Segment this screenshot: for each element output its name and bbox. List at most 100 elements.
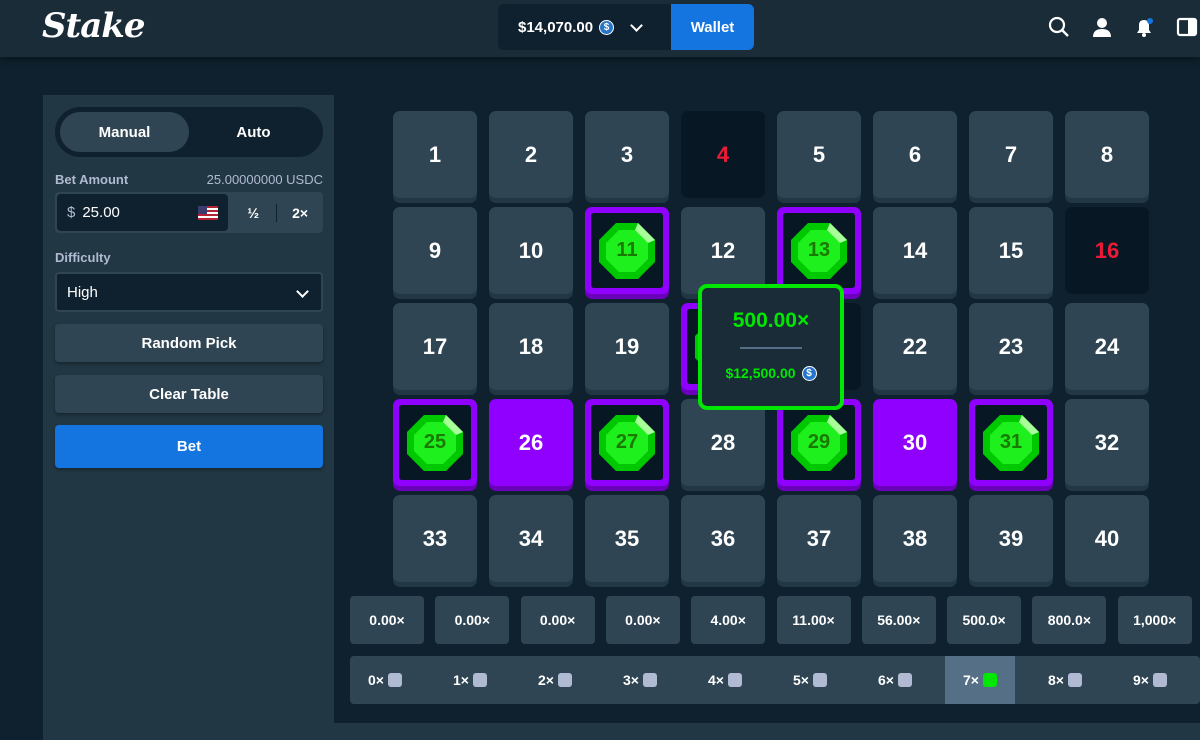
hit-count-2: 2× bbox=[520, 656, 590, 704]
tile-3[interactable]: 3 bbox=[585, 111, 669, 198]
tile-11[interactable]: 11 bbox=[585, 207, 669, 294]
search-icon[interactable] bbox=[1048, 16, 1070, 38]
us-flag-icon bbox=[198, 206, 219, 220]
notifications-bell-icon[interactable] bbox=[1133, 16, 1155, 38]
tile-30[interactable]: 30 bbox=[873, 399, 957, 486]
tile-number: 40 bbox=[1094, 525, 1120, 551]
hit-count-label: 4× bbox=[708, 672, 724, 688]
hit-count-label: 3× bbox=[623, 672, 639, 688]
tile-26[interactable]: 26 bbox=[489, 399, 573, 486]
tile-38[interactable]: 38 bbox=[873, 495, 957, 582]
payout-multiplier: 0.00× bbox=[350, 596, 424, 644]
tile-23[interactable]: 23 bbox=[969, 303, 1053, 390]
tile-24[interactable]: 24 bbox=[1065, 303, 1149, 390]
payout-multiplier: 500.0× bbox=[947, 596, 1022, 644]
tab-auto[interactable]: Auto bbox=[189, 112, 318, 152]
tile-12[interactable]: 12 bbox=[681, 207, 765, 294]
hit-count-label: 7× bbox=[963, 672, 979, 688]
tile-27[interactable]: 27 bbox=[585, 399, 669, 486]
payout-multiplier: 1,000× bbox=[1117, 596, 1192, 644]
tile-39[interactable]: 39 bbox=[969, 495, 1053, 582]
tile-25[interactable]: 25 bbox=[393, 399, 477, 486]
tile-34[interactable]: 34 bbox=[489, 495, 573, 582]
sidebar-toggle-icon[interactable] bbox=[1176, 16, 1198, 38]
tile-15[interactable]: 15 bbox=[969, 207, 1053, 294]
hit-count-9: 9× bbox=[1115, 656, 1185, 704]
bet-amount-input[interactable]: $ 25.00 bbox=[57, 194, 229, 231]
tile-33[interactable]: 33 bbox=[393, 495, 477, 582]
difficulty-select[interactable]: High bbox=[55, 272, 323, 312]
bet-amount-label: Bet Amount bbox=[55, 172, 129, 187]
tile-13[interactable]: 13 bbox=[777, 207, 861, 294]
tile-7[interactable]: 7 bbox=[969, 111, 1053, 198]
chevron-down-icon bbox=[630, 18, 643, 32]
currency-symbol: $ bbox=[67, 204, 76, 221]
payout-multiplier: 56.00× bbox=[861, 596, 936, 644]
usdc-coin-icon: $ bbox=[801, 365, 817, 381]
clear-table-button[interactable]: Clear Table bbox=[55, 375, 323, 413]
random-pick-button[interactable]: Random Pick bbox=[55, 324, 323, 362]
tile-40[interactable]: 40 bbox=[1065, 495, 1149, 582]
tile-18[interactable]: 18 bbox=[489, 303, 573, 390]
tile-29[interactable]: 29 bbox=[777, 399, 861, 486]
tile-number: 37 bbox=[806, 525, 832, 551]
payout-multiplier: 0.00× bbox=[435, 596, 510, 644]
tile-5[interactable]: 5 bbox=[777, 111, 861, 198]
top-bar: Stake $14,070.00 $ Wallet bbox=[0, 0, 1200, 57]
hit-count-label: 5× bbox=[793, 672, 809, 688]
difficulty-label: Difficulty bbox=[55, 250, 111, 265]
tab-manual[interactable]: Manual bbox=[60, 112, 189, 152]
bottom-panel bbox=[43, 723, 1200, 740]
tile-19[interactable]: 19 bbox=[585, 303, 669, 390]
tile-32[interactable]: 32 bbox=[1065, 399, 1149, 486]
tile-1[interactable]: 1 bbox=[393, 111, 477, 198]
tile-number: 23 bbox=[998, 333, 1024, 359]
tile-number: 4 bbox=[716, 141, 730, 167]
tile-22[interactable]: 22 bbox=[873, 303, 957, 390]
win-payout-amount: $12,500.00 bbox=[725, 365, 796, 381]
hit-count-label: 2× bbox=[538, 672, 554, 688]
tile-square-icon bbox=[1067, 673, 1082, 687]
tile-number: 22 bbox=[902, 333, 928, 359]
tile-8[interactable]: 8 bbox=[1065, 111, 1149, 198]
tile-number: 19 bbox=[614, 333, 640, 359]
hit-count-8: 8× bbox=[1030, 656, 1100, 704]
user-icon[interactable] bbox=[1091, 16, 1113, 38]
payout-multiplier: 11.00× bbox=[776, 596, 851, 644]
tile-number: 2 bbox=[524, 141, 538, 167]
half-bet-button[interactable]: ½ bbox=[230, 192, 276, 233]
tile-number: 28 bbox=[710, 429, 736, 455]
hit-count-3: 3× bbox=[605, 656, 675, 704]
tile-number: 14 bbox=[902, 237, 928, 263]
tile-37[interactable]: 37 bbox=[777, 495, 861, 582]
tile-9[interactable]: 9 bbox=[393, 207, 477, 294]
tile-number: 9 bbox=[428, 237, 442, 263]
tile-number: 1 bbox=[428, 141, 442, 167]
tile-17[interactable]: 17 bbox=[393, 303, 477, 390]
tile-number: 12 bbox=[710, 237, 736, 263]
gem-square-icon bbox=[982, 673, 997, 687]
stake-logo[interactable]: Stake bbox=[42, 6, 145, 46]
tile-6[interactable]: 6 bbox=[873, 111, 957, 198]
tile-35[interactable]: 35 bbox=[585, 495, 669, 582]
win-payout: $12,500.00 $ bbox=[725, 365, 817, 381]
double-bet-button[interactable]: 2× bbox=[277, 192, 323, 233]
tile-28[interactable]: 28 bbox=[681, 399, 765, 486]
wallet-button[interactable]: Wallet bbox=[671, 4, 754, 50]
tile-number: 36 bbox=[710, 525, 736, 551]
tile-number: 29 bbox=[807, 431, 831, 453]
tile-4[interactable]: 4 bbox=[681, 111, 765, 198]
hit-count-4: 4× bbox=[690, 656, 760, 704]
tile-2[interactable]: 2 bbox=[489, 111, 573, 198]
tile-10[interactable]: 10 bbox=[489, 207, 573, 294]
tile-number: 13 bbox=[807, 239, 831, 261]
tile-square-icon bbox=[642, 673, 657, 687]
balance-selector[interactable]: $14,070.00 $ bbox=[498, 4, 672, 50]
chevron-down-icon bbox=[296, 285, 309, 298]
tile-14[interactable]: 14 bbox=[873, 207, 957, 294]
tile-16[interactable]: 16 bbox=[1065, 207, 1149, 294]
tile-36[interactable]: 36 bbox=[681, 495, 765, 582]
bet-button[interactable]: Bet bbox=[55, 425, 323, 468]
tile-number: 31 bbox=[999, 431, 1023, 453]
tile-31[interactable]: 31 bbox=[969, 399, 1053, 486]
